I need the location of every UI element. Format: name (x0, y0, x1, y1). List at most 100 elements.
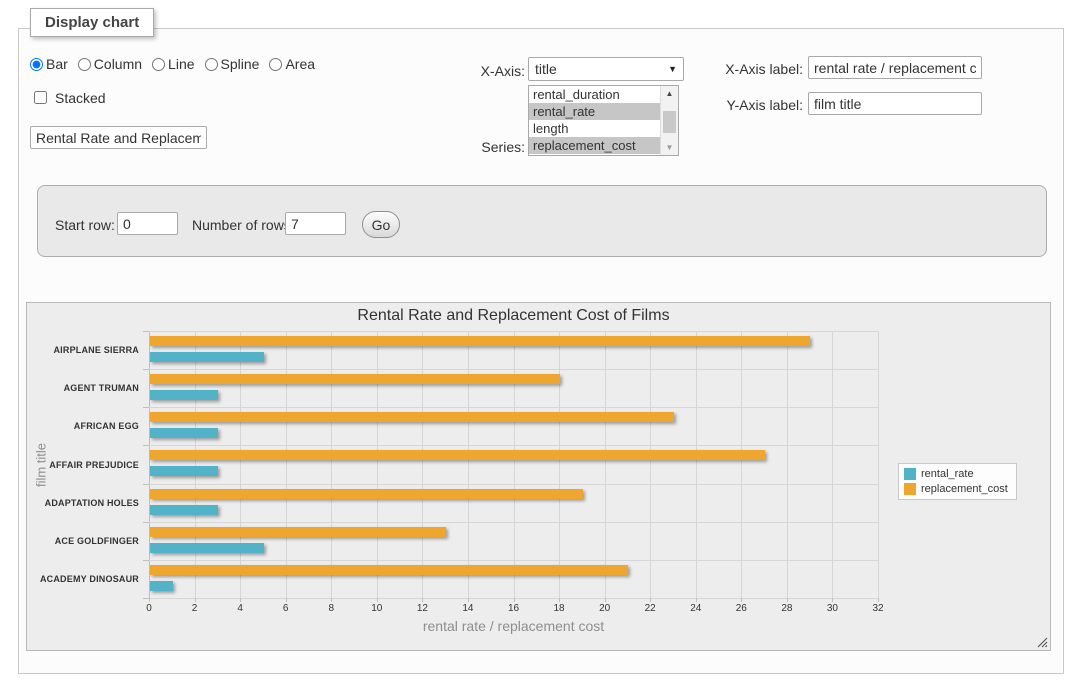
scroll-down-icon[interactable]: ▼ (661, 140, 678, 155)
series-option-rental_rate[interactable]: rental_rate (529, 103, 661, 120)
gridline-vertical (787, 331, 788, 598)
legend-label: rental_rate (921, 468, 974, 480)
gridline-vertical (286, 331, 287, 598)
legend-item-replacement_cost[interactable]: replacement_cost (904, 483, 1008, 495)
x-tick-label: 0 (146, 603, 152, 614)
bar-rental_rate (150, 581, 173, 591)
radio-label: Area (285, 56, 315, 72)
radio-input-spline[interactable] (205, 58, 218, 71)
x-axis-select[interactable]: title ▼ (528, 57, 684, 81)
num-rows-label: Number of rows: (192, 217, 295, 233)
x-axis-selected-value: title (535, 61, 557, 77)
row-range-panel (37, 185, 1047, 257)
stacked-checkbox-row[interactable]: Stacked (30, 88, 106, 107)
bar-replacement_cost (150, 412, 674, 422)
bar-replacement_cost (150, 489, 583, 499)
category-label: AFRICAN EGG (27, 421, 139, 431)
y-axis-label-field-label: Y-Axis label: (700, 97, 803, 113)
legend-item-rental_rate[interactable]: rental_rate (904, 468, 1008, 480)
x-tick-mark (331, 598, 332, 602)
chart-type-radio-column[interactable]: Column (78, 56, 142, 72)
y-axis-label-input[interactable] (808, 92, 982, 115)
x-tick-label: 22 (645, 603, 656, 614)
category-label: AIRPLANE SIERRA (27, 345, 139, 355)
num-rows-input[interactable] (285, 212, 346, 235)
x-tick-mark (195, 598, 196, 602)
series-option-length[interactable]: length (529, 120, 661, 137)
x-tick-mark (468, 598, 469, 602)
radio-label: Column (94, 56, 142, 72)
legend-swatch (904, 483, 916, 495)
radio-input-area[interactable] (269, 58, 282, 71)
gridline-vertical (605, 331, 606, 598)
chart-type-radio-bar[interactable]: Bar (30, 56, 68, 72)
chart-type-radio-spline[interactable]: Spline (205, 56, 260, 72)
radio-input-line[interactable] (152, 58, 165, 71)
gridline-horizontal (149, 560, 878, 561)
gridline-vertical (468, 331, 469, 598)
x-tick-label: 32 (872, 603, 883, 614)
x-axis-select-label: X-Axis: (420, 63, 525, 79)
x-tick-label: 24 (690, 603, 701, 614)
scrollbar-thumb[interactable] (663, 111, 676, 133)
chart: Rental Rate and Replacement Cost of Film… (26, 302, 1051, 651)
x-tick-label: 30 (827, 603, 838, 614)
radio-label: Line (168, 56, 194, 72)
x-tick-label: 18 (554, 603, 565, 614)
radio-label: Bar (46, 56, 68, 72)
legend-swatch (904, 468, 916, 480)
y-tick-mark (143, 369, 149, 370)
gridline-horizontal (149, 369, 878, 370)
x-axis-label-input[interactable] (808, 56, 982, 79)
x-tick-mark (559, 598, 560, 602)
x-tick-label: 16 (508, 603, 519, 614)
x-tick-mark (741, 598, 742, 602)
x-tick-mark (514, 598, 515, 602)
y-tick-mark (143, 407, 149, 408)
fieldset-legend: Display chart (30, 8, 154, 37)
chart-type-radio-area[interactable]: Area (269, 56, 315, 72)
gridline-vertical (377, 331, 378, 598)
plot-area (149, 331, 878, 598)
series-listbox[interactable]: rental_durationrental_ratelengthreplacem… (528, 85, 679, 156)
series-option-replacement_cost[interactable]: replacement_cost (529, 137, 661, 154)
series-option-rental_duration[interactable]: rental_duration (529, 86, 661, 103)
bar-rental_rate (150, 352, 264, 362)
gridline-vertical (195, 331, 196, 598)
radio-input-bar[interactable] (30, 58, 43, 71)
gridline-vertical (878, 331, 879, 598)
x-tick-label: 12 (417, 603, 428, 614)
x-tick-mark (650, 598, 651, 602)
chart-type-radio-line[interactable]: Line (152, 56, 194, 72)
y-tick-mark (143, 598, 149, 599)
gridline-horizontal (149, 445, 878, 446)
series-listbox-scrollbar[interactable]: ▲ ▼ (660, 86, 678, 155)
x-tick-label: 10 (371, 603, 382, 614)
gridline-horizontal (149, 522, 878, 523)
x-tick-label: 6 (283, 603, 289, 614)
go-button[interactable]: Go (362, 211, 400, 238)
gridline-horizontal (149, 407, 878, 408)
category-label: AFFAIR PREJUDICE (27, 460, 139, 470)
gridline-vertical (741, 331, 742, 598)
x-tick-label: 8 (328, 603, 334, 614)
gridline-vertical (422, 331, 423, 598)
scroll-up-icon[interactable]: ▲ (661, 86, 678, 101)
resize-grip-icon[interactable] (1037, 637, 1048, 648)
legend-label: replacement_cost (921, 483, 1008, 495)
bar-rental_rate (150, 390, 218, 400)
chart-title-input[interactable] (30, 126, 207, 149)
start-row-input[interactable] (117, 212, 178, 235)
bar-replacement_cost (150, 374, 560, 384)
gridline-vertical (331, 331, 332, 598)
gridline-vertical (559, 331, 560, 598)
bar-rental_rate (150, 505, 218, 515)
start-row-label: Start row: (55, 217, 115, 233)
page: { "window": { "legend": "Display chart" … (0, 0, 1081, 681)
stacked-checkbox[interactable] (34, 91, 47, 104)
x-tick-mark (422, 598, 423, 602)
radio-input-column[interactable] (78, 58, 91, 71)
bar-rental_rate (150, 543, 264, 553)
gridline-vertical (650, 331, 651, 598)
x-tick-mark (696, 598, 697, 602)
